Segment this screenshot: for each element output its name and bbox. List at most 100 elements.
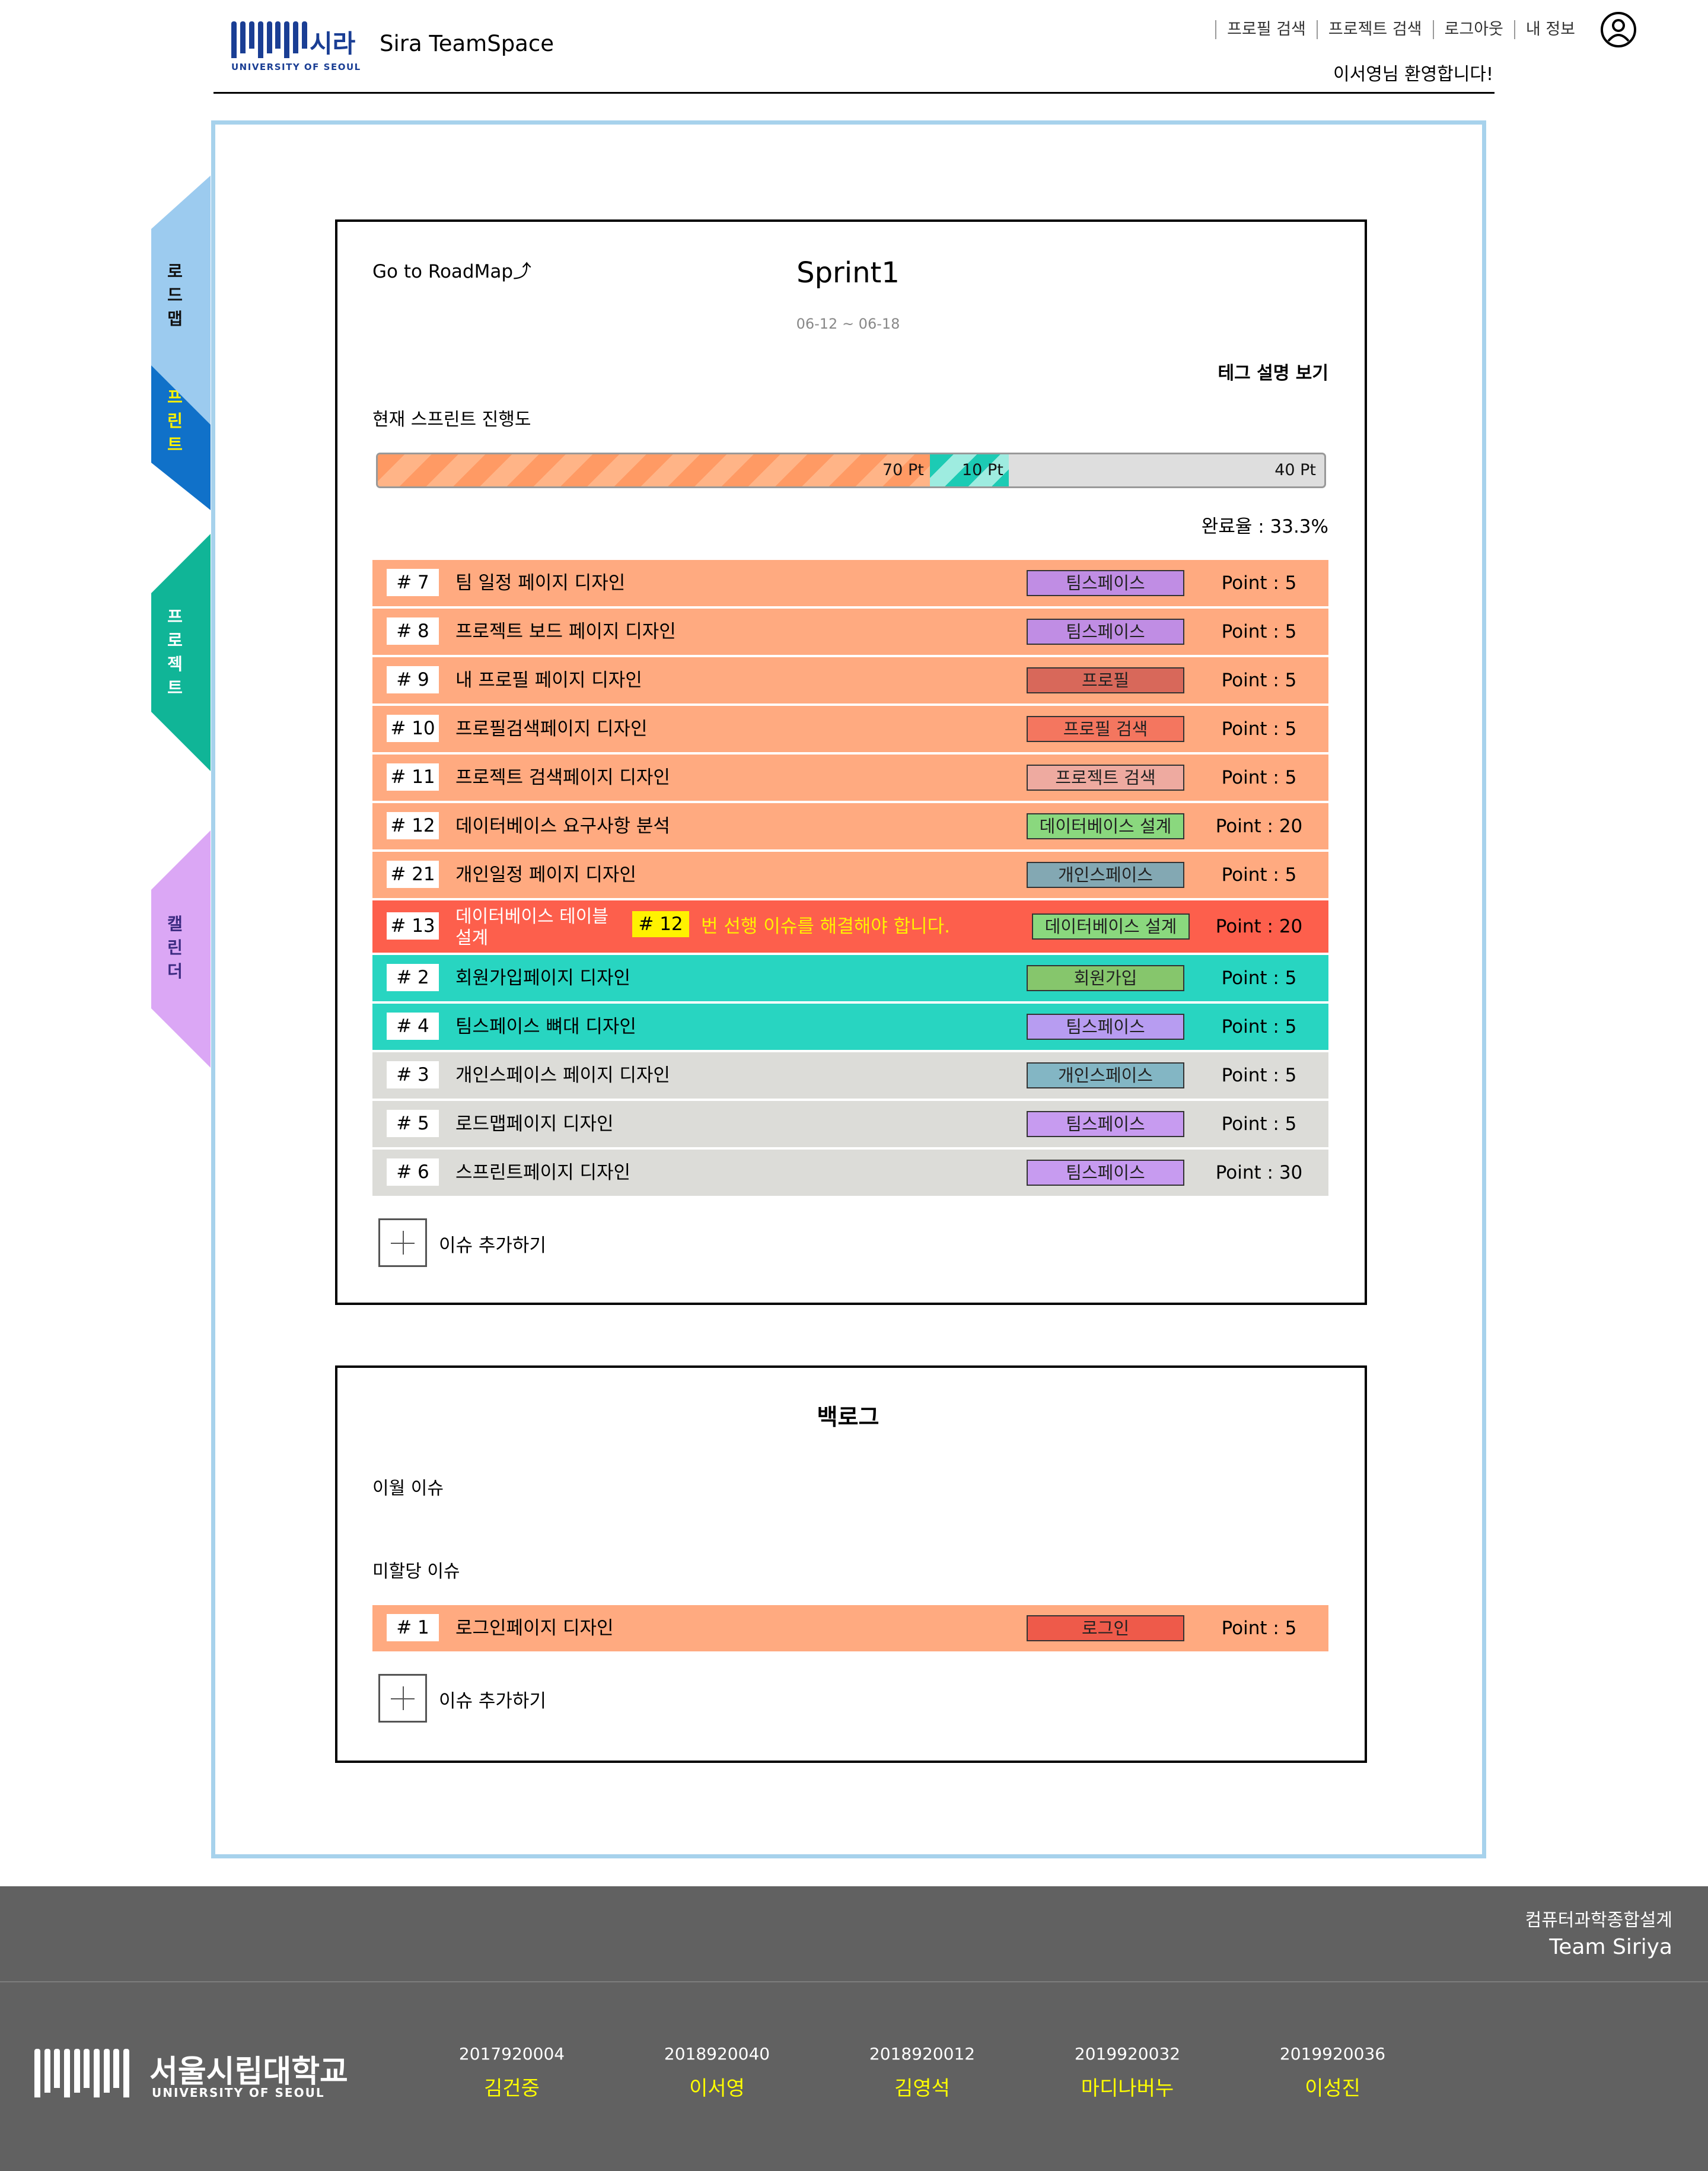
team-member: 2018920012 김영석 xyxy=(854,2044,990,2101)
sidebar-tab-roadmap[interactable]: 로드맵 xyxy=(151,176,211,425)
logo-bar xyxy=(84,2049,90,2088)
issue-point: Point : 5 xyxy=(1221,621,1297,642)
nav-project-search[interactable]: 프로젝트 검색 xyxy=(1316,20,1433,39)
issue-id: # 2 xyxy=(387,964,439,991)
nav-my-info[interactable]: 내 정보 xyxy=(1513,20,1586,39)
goto-roadmap-link[interactable]: Go to RoadMap⤴ xyxy=(372,256,531,283)
member-name: 김건중 xyxy=(484,2077,540,2100)
progress-done-label: 70 Pt xyxy=(882,461,924,479)
progress-label: 현재 스프린트 진행도 xyxy=(372,409,531,430)
issue-row[interactable]: # 4 팀스페이스 뼈대 디자인 팀스페이스 Point : 5 xyxy=(372,1004,1328,1050)
team-member: 2019920032 마디나버누 xyxy=(1059,2044,1196,2101)
issue-row[interactable]: # 5 로드맵페이지 디자인 팀스페이스 Point : 5 xyxy=(372,1101,1328,1147)
sprint-dates: 06-12 ~ 06-18 xyxy=(796,316,900,332)
issue-row[interactable]: # 21 개인일정 페이지 디자인 개인스페이스 Point : 5 xyxy=(372,852,1328,898)
arrow-up-right-icon: ⤴ xyxy=(513,261,532,282)
issue-row[interactable]: # 1 로그인페이지 디자인 로그인 Point : 5 xyxy=(372,1605,1328,1651)
university-logo: 서울시립대학교 UNIVERSITY OF SEOUL xyxy=(34,2049,348,2102)
issue-row[interactable]: # 3 개인스페이스 페이지 디자인 개인스페이스 Point : 5 xyxy=(372,1052,1328,1099)
issue-id: # 6 xyxy=(387,1158,439,1186)
issue-row[interactable]: # 12 데이터베이스 요구사항 분석 데이터베이스 설계 Point : 20 xyxy=(372,803,1328,849)
logo-bar xyxy=(103,2049,110,2093)
issue-point: Point : 5 xyxy=(1221,670,1297,691)
team-name: Team Siriya xyxy=(1549,1935,1672,1959)
member-name: 이성진 xyxy=(1305,2077,1360,2100)
sidebar-tab-project[interactable]: 프로젝트 xyxy=(151,534,211,771)
logo-bar xyxy=(257,21,263,58)
logo-bar xyxy=(248,21,254,49)
issue-id: # 10 xyxy=(387,715,439,742)
issue-tag: 개인스페이스 xyxy=(1027,1062,1184,1088)
university-logo-icon xyxy=(34,2049,129,2097)
issue-row[interactable]: # 2 회원가입페이지 디자인 회원가입 Point : 5 xyxy=(372,955,1328,1001)
issue-title: 로그인페이지 디자인 xyxy=(455,1618,614,1639)
issue-tag: 프로필 검색 xyxy=(1027,716,1184,742)
issue-tag: 팀스페이스 xyxy=(1027,1014,1184,1040)
sidebar-tab-label: 로드맵 xyxy=(167,262,183,329)
user-avatar-icon[interactable] xyxy=(1600,11,1637,48)
top-nav: 프로필 검색 프로젝트 검색 로그아웃 내 정보 xyxy=(1215,12,1637,47)
issue-title: 팀스페이스 뼈대 디자인 xyxy=(455,1016,636,1037)
logo-bar xyxy=(123,2049,129,2097)
prerequisite-issue-id[interactable]: # 12 xyxy=(632,911,689,937)
welcome-message: 이서영님 환영합니다! xyxy=(1333,64,1493,85)
issue-point: Point : 5 xyxy=(1221,1065,1297,1086)
issue-id: # 13 xyxy=(387,912,439,940)
progress-done-segment xyxy=(378,454,930,486)
issue-title: 데이터베이스 요구사항 분석 xyxy=(455,816,670,837)
backlog-add-issue-button[interactable] xyxy=(378,1674,427,1723)
issue-tag: 팀스페이스 xyxy=(1027,1160,1184,1186)
app-title: Sira TeamSpace xyxy=(380,31,554,56)
issue-title: 개인스페이스 페이지 디자인 xyxy=(455,1065,670,1086)
issue-point: Point : 5 xyxy=(1221,718,1297,740)
issue-id: # 5 xyxy=(387,1110,439,1137)
goto-roadmap-label: Go to RoadMap xyxy=(372,261,514,282)
issue-row[interactable]: # 7 팀 일정 페이지 디자인 팀스페이스 Point : 5 xyxy=(372,560,1328,606)
tag-description-link[interactable]: 테그 설명 보기 xyxy=(1218,358,1329,384)
logo-bar xyxy=(231,21,237,58)
member-name: 마디나버누 xyxy=(1081,2077,1174,2100)
logo-bar xyxy=(293,21,299,53)
issue-point: Point : 5 xyxy=(1221,1618,1297,1639)
logo-bar xyxy=(74,2049,80,2093)
team-member: 2019920036 이성진 xyxy=(1264,2044,1401,2101)
issue-id: # 12 xyxy=(387,812,439,839)
issue-row[interactable]: # 8 프로젝트 보드 페이지 디자인 팀스페이스 Point : 5 xyxy=(372,609,1328,655)
issue-title: 개인일정 페이지 디자인 xyxy=(455,864,636,886)
issue-title: 내 프로필 페이지 디자인 xyxy=(455,670,642,691)
issue-id: # 1 xyxy=(387,1614,439,1641)
issue-row[interactable]: # 9 내 프로필 페이지 디자인 프로필 Point : 5 xyxy=(372,657,1328,703)
logo-bar xyxy=(34,2049,40,2097)
issue-row[interactable]: # 6 스프린트페이지 디자인 팀스페이스 Point : 30 xyxy=(372,1150,1328,1196)
issue-point: Point : 5 xyxy=(1221,572,1297,594)
logo-text: 시라 xyxy=(310,29,356,58)
issue-tag: 데이터베이스 설계 xyxy=(1032,913,1190,940)
sidebar-tab-label: 프로젝트 xyxy=(167,607,183,698)
issue-id: # 3 xyxy=(387,1061,439,1088)
progress-todo-label: 40 Pt xyxy=(1274,461,1316,479)
issue-point: Point : 30 xyxy=(1215,1162,1303,1183)
sidebar-tab-label: 캘린더 xyxy=(167,914,183,981)
logo-bar xyxy=(275,21,281,49)
issue-point: Point : 5 xyxy=(1221,767,1297,788)
nav-profile-search[interactable]: 프로필 검색 xyxy=(1215,20,1317,39)
add-issue-button[interactable] xyxy=(378,1218,427,1267)
issue-title: 회원가입페이지 디자인 xyxy=(455,967,631,989)
sira-logo[interactable]: 시라 UNIVERSITY OF SEOUL xyxy=(231,21,362,75)
member-id: 2019920032 xyxy=(1074,2044,1181,2064)
issue-row[interactable]: # 11 프로젝트 검색페이지 디자인 프로젝트 검색 Point : 5 xyxy=(372,755,1328,801)
logo-bar xyxy=(64,2049,70,2097)
issue-row[interactable]: # 10 프로필검색페이지 디자인 프로필 검색 Point : 5 xyxy=(372,706,1328,752)
member-name: 이서영 xyxy=(689,2077,745,2100)
progress-inprogress-label: 10 Pt xyxy=(962,461,1003,479)
logo-bar xyxy=(44,2049,50,2093)
issue-row[interactable]: # 13 데이터베이스 테이블 설계 # 12 번 선행 이슈를 해결해야 합니다. 데… xyxy=(372,900,1328,953)
nav-logout[interactable]: 로그아웃 xyxy=(1432,20,1514,39)
member-id: 2019920036 xyxy=(1279,2044,1386,2064)
issue-tag: 데이터베이스 설계 xyxy=(1027,813,1184,839)
issue-id: # 9 xyxy=(387,666,439,693)
backlog-add-issue-label: 이슈 추가하기 xyxy=(439,1691,546,1712)
team-member: 2017920004 김건중 xyxy=(444,2044,580,2101)
member-id: 2017920004 xyxy=(458,2044,565,2064)
sidebar-tab-calendar[interactable]: 캘린더 xyxy=(151,830,211,1068)
